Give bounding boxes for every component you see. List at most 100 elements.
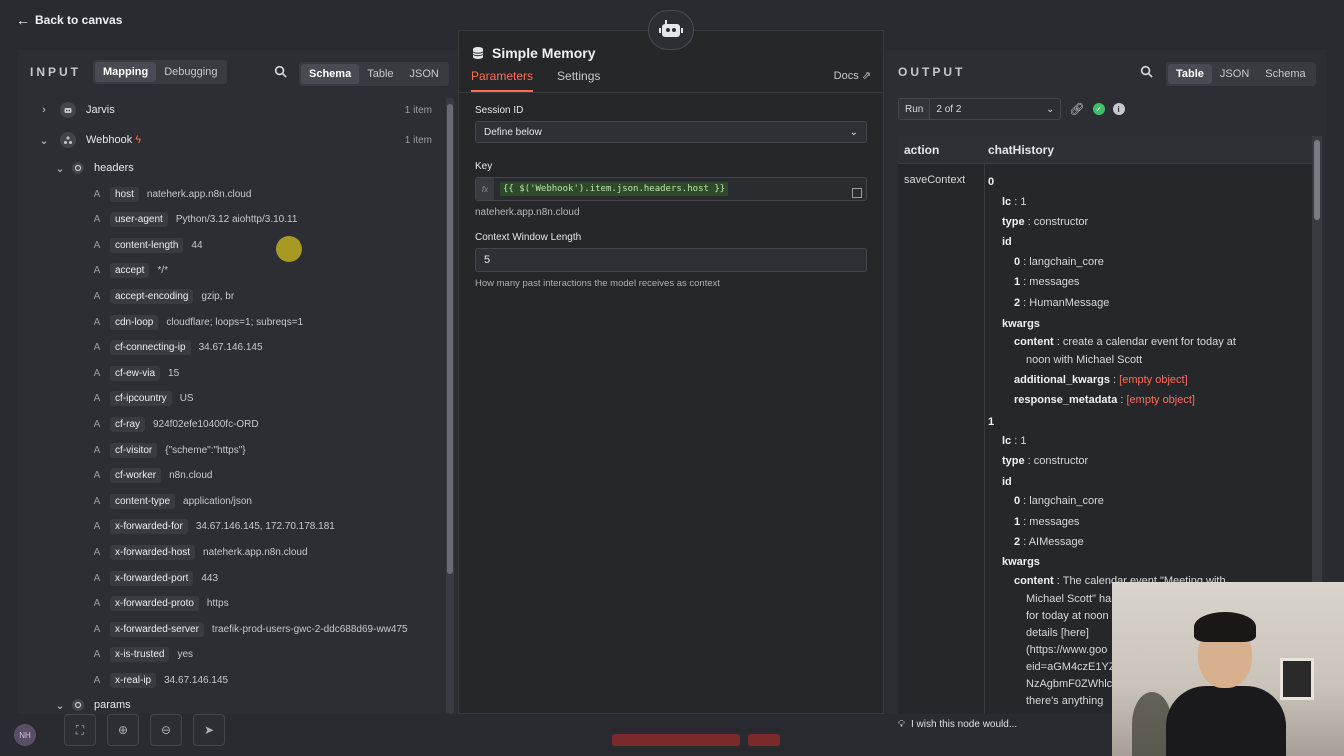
delete-button[interactable] [748,734,780,746]
fit-view-button[interactable]: ⛶ [64,714,96,746]
tab-json[interactable]: JSON [402,64,447,84]
expand-icon[interactable] [852,188,862,198]
schema-field-row[interactable]: Ax-forwarded-for 34.67.146.145, 172.70.17… [90,517,335,537]
field-key-pill[interactable]: x-forwarded-proto [110,596,199,612]
schema-field-row[interactable]: Ax-real-ip 34.67.146.145 [90,670,228,690]
schema-field-row[interactable]: Acf-connecting-ip 34.67.146.145 [90,338,263,358]
link-icon[interactable]: 🔗︎ [1069,102,1084,116]
json-line: response_metadata : [empty object] [1014,394,1195,406]
schema-field-row[interactable]: Acf-ew-via 15 [90,363,179,383]
output-scrollbar[interactable] [1312,136,1322,582]
field-key-pill[interactable]: content-length [110,237,184,253]
schema-field-row[interactable]: Acf-visitor {"scheme":"https"} [90,440,246,460]
execute-button[interactable] [612,734,740,746]
field-key-pill[interactable]: x-forwarded-port [110,570,194,586]
tab-schema[interactable]: Schema [1257,64,1313,84]
schema-field-row[interactable]: Ax-forwarded-proto https [90,594,229,614]
tab-parameters[interactable]: Parameters [471,69,534,92]
column-header-chathistory: chatHistory [988,142,1055,157]
schema-field-row[interactable]: Ahost nateherk.app.n8n.cloud [90,184,251,204]
field-key-pill[interactable]: content-type [110,493,176,509]
tab-table[interactable]: Table [359,64,401,84]
fx-icon: fx [476,178,494,200]
external-link-icon: ⇗ [861,70,871,82]
schema-field-row[interactable]: Acontent-type application/json [90,491,252,511]
field-key-pill[interactable]: cf-worker [110,468,162,484]
json-key: 1 [1014,276,1021,288]
field-key-pill[interactable]: user-agent [110,212,168,228]
input-scrollbar[interactable] [446,98,454,714]
tab-mapping[interactable]: Mapping [95,62,157,82]
schema-field-row[interactable]: Acf-ipcountry US [90,389,194,409]
search-icon[interactable] [1140,65,1153,78]
chevron-right-icon[interactable]: › [38,104,50,116]
scrollbar-thumb[interactable] [1314,140,1320,220]
tab-debugging[interactable]: Debugging [156,62,225,82]
object-row-headers[interactable]: ⌄ headers [54,158,134,178]
schema-field-row[interactable]: Ax-forwarded-host nateherk.app.n8n.cloud [90,542,308,562]
search-icon[interactable] [274,65,287,78]
run-select[interactable]: Run 2 of 2 ⌄ [898,98,1062,120]
node-row-webhook[interactable]: ⌄ Webhook ϟ 1 item [38,130,432,150]
schema-field-row[interactable]: Aaccept-encoding gzip, br [90,286,234,306]
field-value: */* [157,265,169,277]
node-row-jarvis[interactable]: › Jarvis 1 item [38,100,432,120]
string-type-icon: A [93,188,101,200]
chevron-down-icon[interactable]: ⌄ [38,134,50,147]
field-key-pill[interactable]: accept [110,263,150,279]
tab-schema[interactable]: Schema [301,64,360,84]
field-key-pill[interactable]: cf-visitor [110,442,158,458]
tab-settings[interactable]: Settings [557,69,600,92]
json-key: lc [1002,196,1012,208]
field-value: 924f02efe10400fc-ORD [153,418,259,430]
tab-json[interactable]: JSON [1212,64,1257,84]
field-key-pill[interactable]: x-forwarded-host [110,544,196,560]
schema-field-row[interactable]: Acf-worker n8n.cloud [90,466,213,486]
chevron-down-icon[interactable]: ⌄ [54,699,66,712]
info-icon[interactable]: i [1112,103,1125,115]
input-header: INPUT Mapping Debugging Schema Table JSO… [18,50,458,94]
schema-field-row[interactable]: Ax-forwarded-server traefik-prod-users-gw… [90,619,408,639]
schema-field-row[interactable]: Acf-ray 924f02efe10400fc-ORD [90,414,259,434]
context-window-input[interactable]: 5 [475,248,867,272]
json-key: content [1014,336,1054,348]
schema-field-row[interactable]: Aaccept */* [90,261,168,281]
field-key-pill[interactable]: cf-connecting-ip [110,340,191,356]
schema-field-row[interactable]: Acontent-length 44 [90,235,203,255]
schema-field-row[interactable]: Ax-is-trusted yes [90,645,193,665]
feedback-link[interactable]: 💡︎ I wish this node would... [898,719,1017,730]
string-type-icon: A [93,265,101,277]
field-key-pill[interactable]: cf-ipcountry [110,391,172,407]
json-value: constructor [1033,455,1089,467]
mode-switch: Mapping Debugging [93,60,228,84]
expand-icon: ⛶ [75,722,85,737]
zoom-in-button[interactable]: ⊕ [107,714,139,746]
avatar[interactable]: NH [14,724,36,746]
tab-table[interactable]: Table [1168,64,1212,84]
object-row-params[interactable]: ⌄ params [54,695,131,714]
chevron-down-icon[interactable]: ⌄ [54,162,66,175]
field-key-pill[interactable]: accept-encoding [110,288,194,304]
zoom-out-button[interactable]: ⊖ [150,714,182,746]
schema-field-row[interactable]: Ax-forwarded-port 443 [90,568,218,588]
schema-field-row[interactable]: Acdn-loop cloudflare; loops=1; subreqs=1 [90,312,303,332]
docs-link[interactable]: Docs ⇗ [834,69,871,82]
field-key-pill[interactable]: x-real-ip [110,672,157,688]
field-key-pill[interactable]: x-is-trusted [110,647,170,663]
field-key-pill[interactable]: x-forwarded-for [110,519,188,535]
json-value: there's anything [1026,695,1104,707]
field-key-pill[interactable]: cf-ew-via [110,365,161,381]
tidy-up-button[interactable]: ➤ [193,714,225,746]
scrollbar-thumb[interactable] [447,104,453,574]
session-id-select[interactable]: Define below ⌄ [475,121,867,143]
string-type-icon: A [93,393,101,405]
key-expression-input[interactable]: fx {{ $('Webhook').item.json.headers.hos… [475,177,867,201]
field-key-pill[interactable]: host [110,186,139,202]
schema-field-row[interactable]: Auser-agent Python/3.12 aiohttp/3.10.11 [90,210,297,230]
field-key-pill[interactable]: cdn-loop [110,314,159,330]
column-divider [984,164,985,714]
arrow-left-icon: ← [16,12,30,28]
field-key-pill[interactable]: x-forwarded-server [110,621,204,637]
field-key-pill[interactable]: cf-ray [110,416,145,432]
back-to-canvas-button[interactable]: ← Back to canvas [16,12,122,28]
